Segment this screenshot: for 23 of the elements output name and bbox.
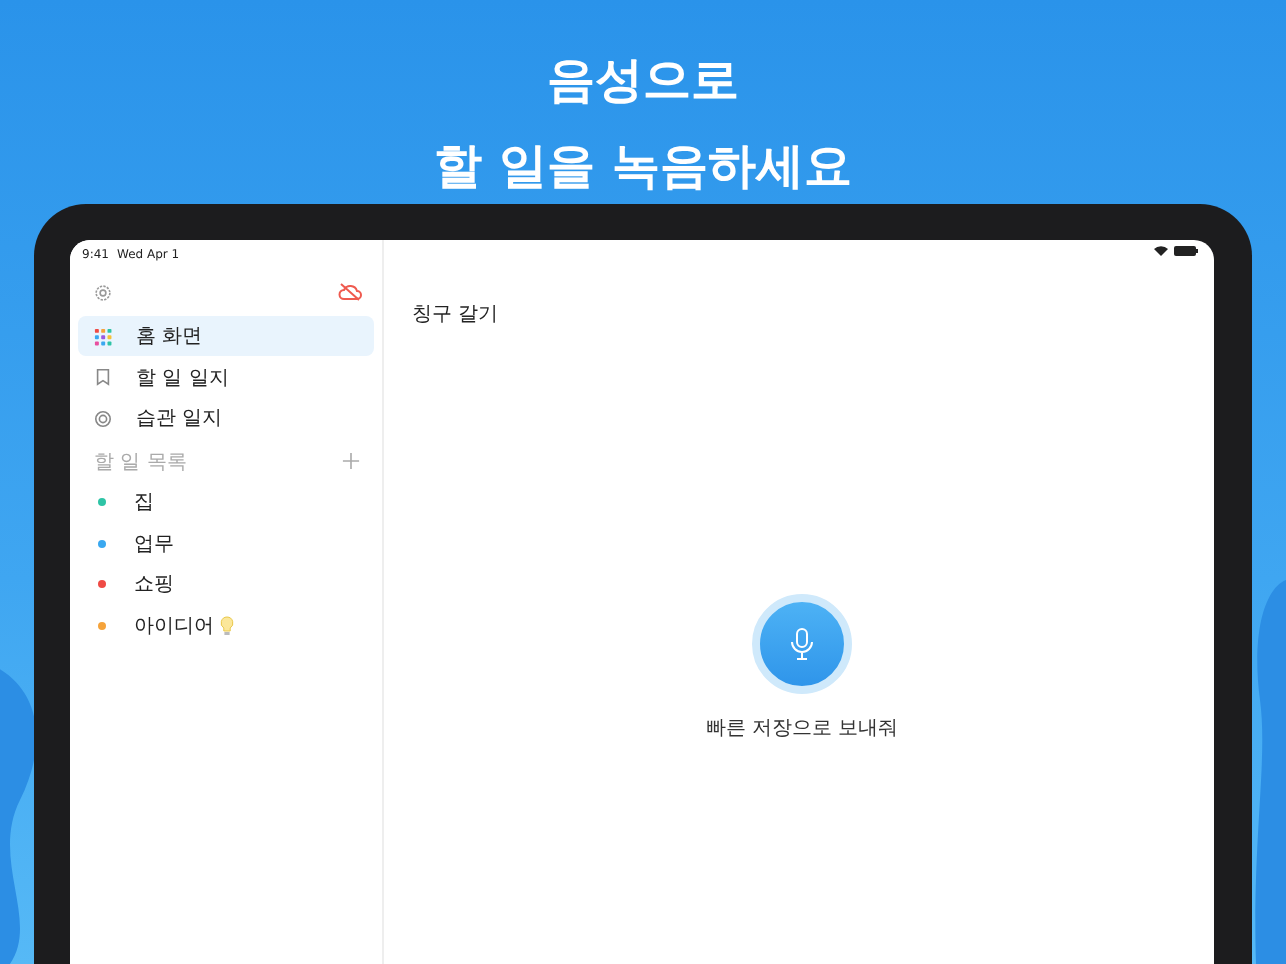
battery-icon xyxy=(1174,246,1198,256)
list-item[interactable]: 집 xyxy=(78,482,374,524)
list-item[interactable]: 업무 xyxy=(78,523,374,565)
headline-text: 음성으로 xyxy=(547,52,739,110)
nav-item[interactable]: 할 일 일지 xyxy=(78,357,374,398)
microphone-button[interactable] xyxy=(752,594,852,694)
bookmark-icon xyxy=(94,368,112,387)
wifi-icon xyxy=(1154,246,1168,256)
mic-caption: 빠른 저장으로 보내줘 xyxy=(705,716,899,742)
cloud-off-icon[interactable] xyxy=(338,282,362,302)
lightbulb-icon xyxy=(220,615,234,636)
task-title: 칭구 갈기 xyxy=(412,302,501,328)
list-item[interactable]: 쇼핑 xyxy=(78,564,374,606)
grid-icon xyxy=(94,327,112,345)
add-icon[interactable] xyxy=(342,452,360,471)
nav-item[interactable]: 습관 일지 xyxy=(78,398,374,439)
list-item[interactable]: 아이디어 xyxy=(78,605,374,647)
headline-text: 할 일을 녹음하세요 xyxy=(434,138,852,196)
settings-icon[interactable] xyxy=(94,283,112,301)
microphone-icon xyxy=(790,628,814,660)
target-icon xyxy=(94,409,112,428)
section-title: 할 일 목록 xyxy=(94,449,187,476)
nav-item[interactable]: 홈 화면 xyxy=(78,316,374,356)
